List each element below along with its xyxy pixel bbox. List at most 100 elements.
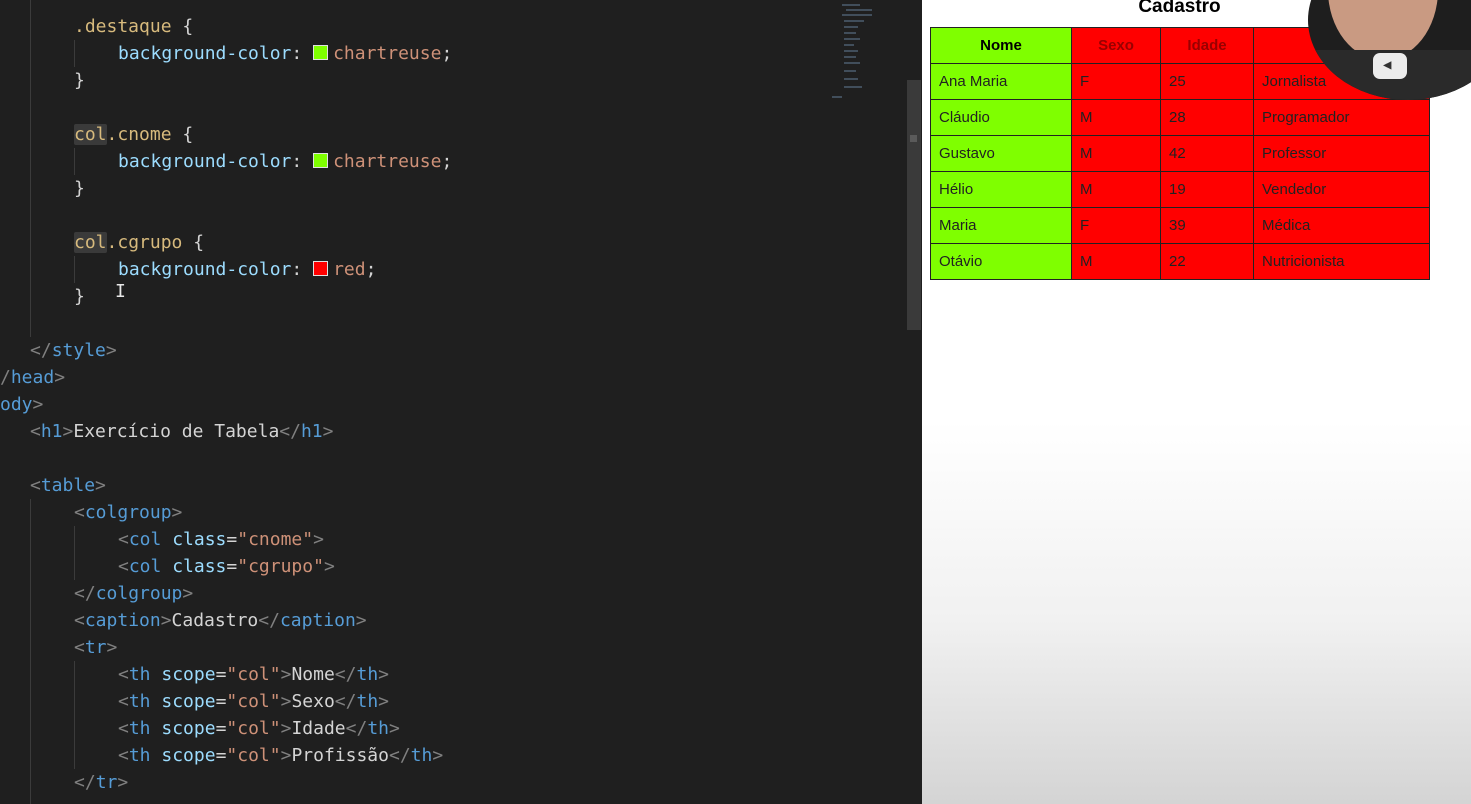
code-editor[interactable]: .destaque {background-color: chartreuse;… <box>0 0 922 804</box>
cell-sexo: M <box>1071 243 1161 280</box>
code-line[interactable]: } <box>74 175 85 202</box>
code-token: background-color <box>118 151 292 172</box>
code-token: > <box>62 421 74 442</box>
code-token: ; <box>365 259 377 280</box>
code-token: </ <box>279 421 301 442</box>
code-line[interactable]: <tr> <box>74 634 117 661</box>
code-token: th <box>128 745 151 766</box>
code-token: "col" <box>226 745 281 766</box>
code-line[interactable]: ody> <box>0 391 43 418</box>
code-token: col <box>128 556 162 577</box>
code-line[interactable]: .destaque { <box>74 13 193 40</box>
play-back-icon: ◀ <box>1373 53 1407 79</box>
cell-nome: Maria <box>930 207 1072 244</box>
table-row: Hélio M 19 Vendedor <box>930 171 1430 208</box>
code-token: > <box>432 745 444 766</box>
code-line[interactable]: <caption>Cadastro</caption> <box>74 607 367 634</box>
code-line[interactable]: <table> <box>30 472 106 499</box>
indent-guide <box>30 0 31 337</box>
color-swatch[interactable] <box>313 45 329 60</box>
color-swatch[interactable] <box>313 153 329 168</box>
code-token: </ <box>388 745 411 766</box>
code-token: } <box>74 178 85 199</box>
cell-idade: 19 <box>1160 171 1254 208</box>
code-token: col <box>74 232 107 253</box>
code-line[interactable]: } <box>74 283 85 310</box>
code-token: > <box>280 745 292 766</box>
cell-profissao: Nutricionista <box>1253 243 1430 280</box>
code-line[interactable]: <col class="cnome"> <box>118 526 324 553</box>
header-idade: Idade <box>1160 27 1254 64</box>
code-token: scope <box>150 664 216 685</box>
code-token: > <box>106 637 118 658</box>
code-line[interactable]: col.cnome { <box>74 121 193 148</box>
code-line[interactable]: <h1>Exercício de Tabela</h1> <box>30 418 334 445</box>
code-token: .destaque <box>74 16 172 37</box>
cell-sexo: M <box>1071 99 1161 136</box>
code-token: "col" <box>226 664 281 685</box>
code-token: </ <box>345 718 368 739</box>
code-token: > <box>117 772 129 793</box>
code-token: head <box>10 367 55 388</box>
code-token: : <box>291 151 303 172</box>
code-token: > <box>95 475 106 496</box>
code-token: .cgrupo <box>106 232 183 253</box>
code-line[interactable]: <th scope="col">Sexo</th> <box>118 688 389 715</box>
code-line[interactable]: </style> <box>30 337 117 364</box>
table-row: Otávio M 22 Nutricionista <box>930 243 1430 280</box>
code-token: < <box>74 610 85 631</box>
code-token: : <box>291 259 303 280</box>
browser-preview: Cadastro Nome Sexo Idade Pro Ana Maria F… <box>922 0 1471 804</box>
code-token: h1 <box>300 421 323 442</box>
code-token: scope <box>150 691 216 712</box>
code-token: > <box>378 664 390 685</box>
code-token: { <box>171 124 194 145</box>
code-token: "col" <box>226 691 281 712</box>
code-line[interactable]: col.cgrupo { <box>74 229 204 256</box>
code-token: </ <box>30 340 52 361</box>
code-token: Profissão <box>291 745 389 766</box>
minimap[interactable] <box>832 0 877 105</box>
indent-guide <box>74 526 75 580</box>
code-token: .cnome <box>106 124 172 145</box>
code-line[interactable]: background-color: chartreuse; <box>118 40 452 67</box>
cell-profissao: Vendedor <box>1253 171 1430 208</box>
code-token: h1 <box>40 421 63 442</box>
scrollbar-thumb[interactable] <box>907 80 921 330</box>
code-token: = <box>226 556 238 577</box>
code-token: </ <box>334 664 357 685</box>
code-token: { <box>171 16 194 37</box>
code-line[interactable]: </colgroup> <box>74 580 193 607</box>
code-token: < <box>118 745 129 766</box>
cell-idade: 22 <box>1160 243 1254 280</box>
code-token: > <box>323 556 335 577</box>
cell-sexo: F <box>1071 63 1161 100</box>
code-line[interactable]: <th scope="col">Profissão</th> <box>118 742 443 769</box>
code-line[interactable]: background-color: chartreuse; <box>118 148 452 175</box>
code-token: < <box>30 475 41 496</box>
cell-idade: 25 <box>1160 63 1254 100</box>
code-line[interactable]: } <box>74 67 85 94</box>
scrollbar-marker <box>910 135 917 142</box>
code-token: ; <box>441 43 453 64</box>
code-token: / <box>0 367 11 388</box>
code-line[interactable]: <col class="cgrupo"> <box>118 553 335 580</box>
code-line[interactable]: /head> <box>0 364 65 391</box>
code-token: col <box>74 124 107 145</box>
code-line[interactable]: background-color: red; <box>118 256 376 283</box>
code-token: table <box>40 475 96 496</box>
code-line[interactable]: <colgroup> <box>74 499 182 526</box>
cell-profissao: Programador <box>1253 99 1430 136</box>
code-token: = <box>226 529 238 550</box>
code-token: </ <box>74 583 96 604</box>
color-swatch[interactable] <box>313 261 329 276</box>
code-line[interactable]: <th scope="col">Nome</th> <box>118 661 389 688</box>
cell-sexo: F <box>1071 207 1161 244</box>
code-token: colgroup <box>95 583 183 604</box>
indent-guide <box>74 661 75 769</box>
code-line[interactable]: <th scope="col">Idade</th> <box>118 715 400 742</box>
code-line[interactable]: </tr> <box>74 769 128 796</box>
code-token: </ <box>258 610 280 631</box>
code-token: = <box>215 718 227 739</box>
